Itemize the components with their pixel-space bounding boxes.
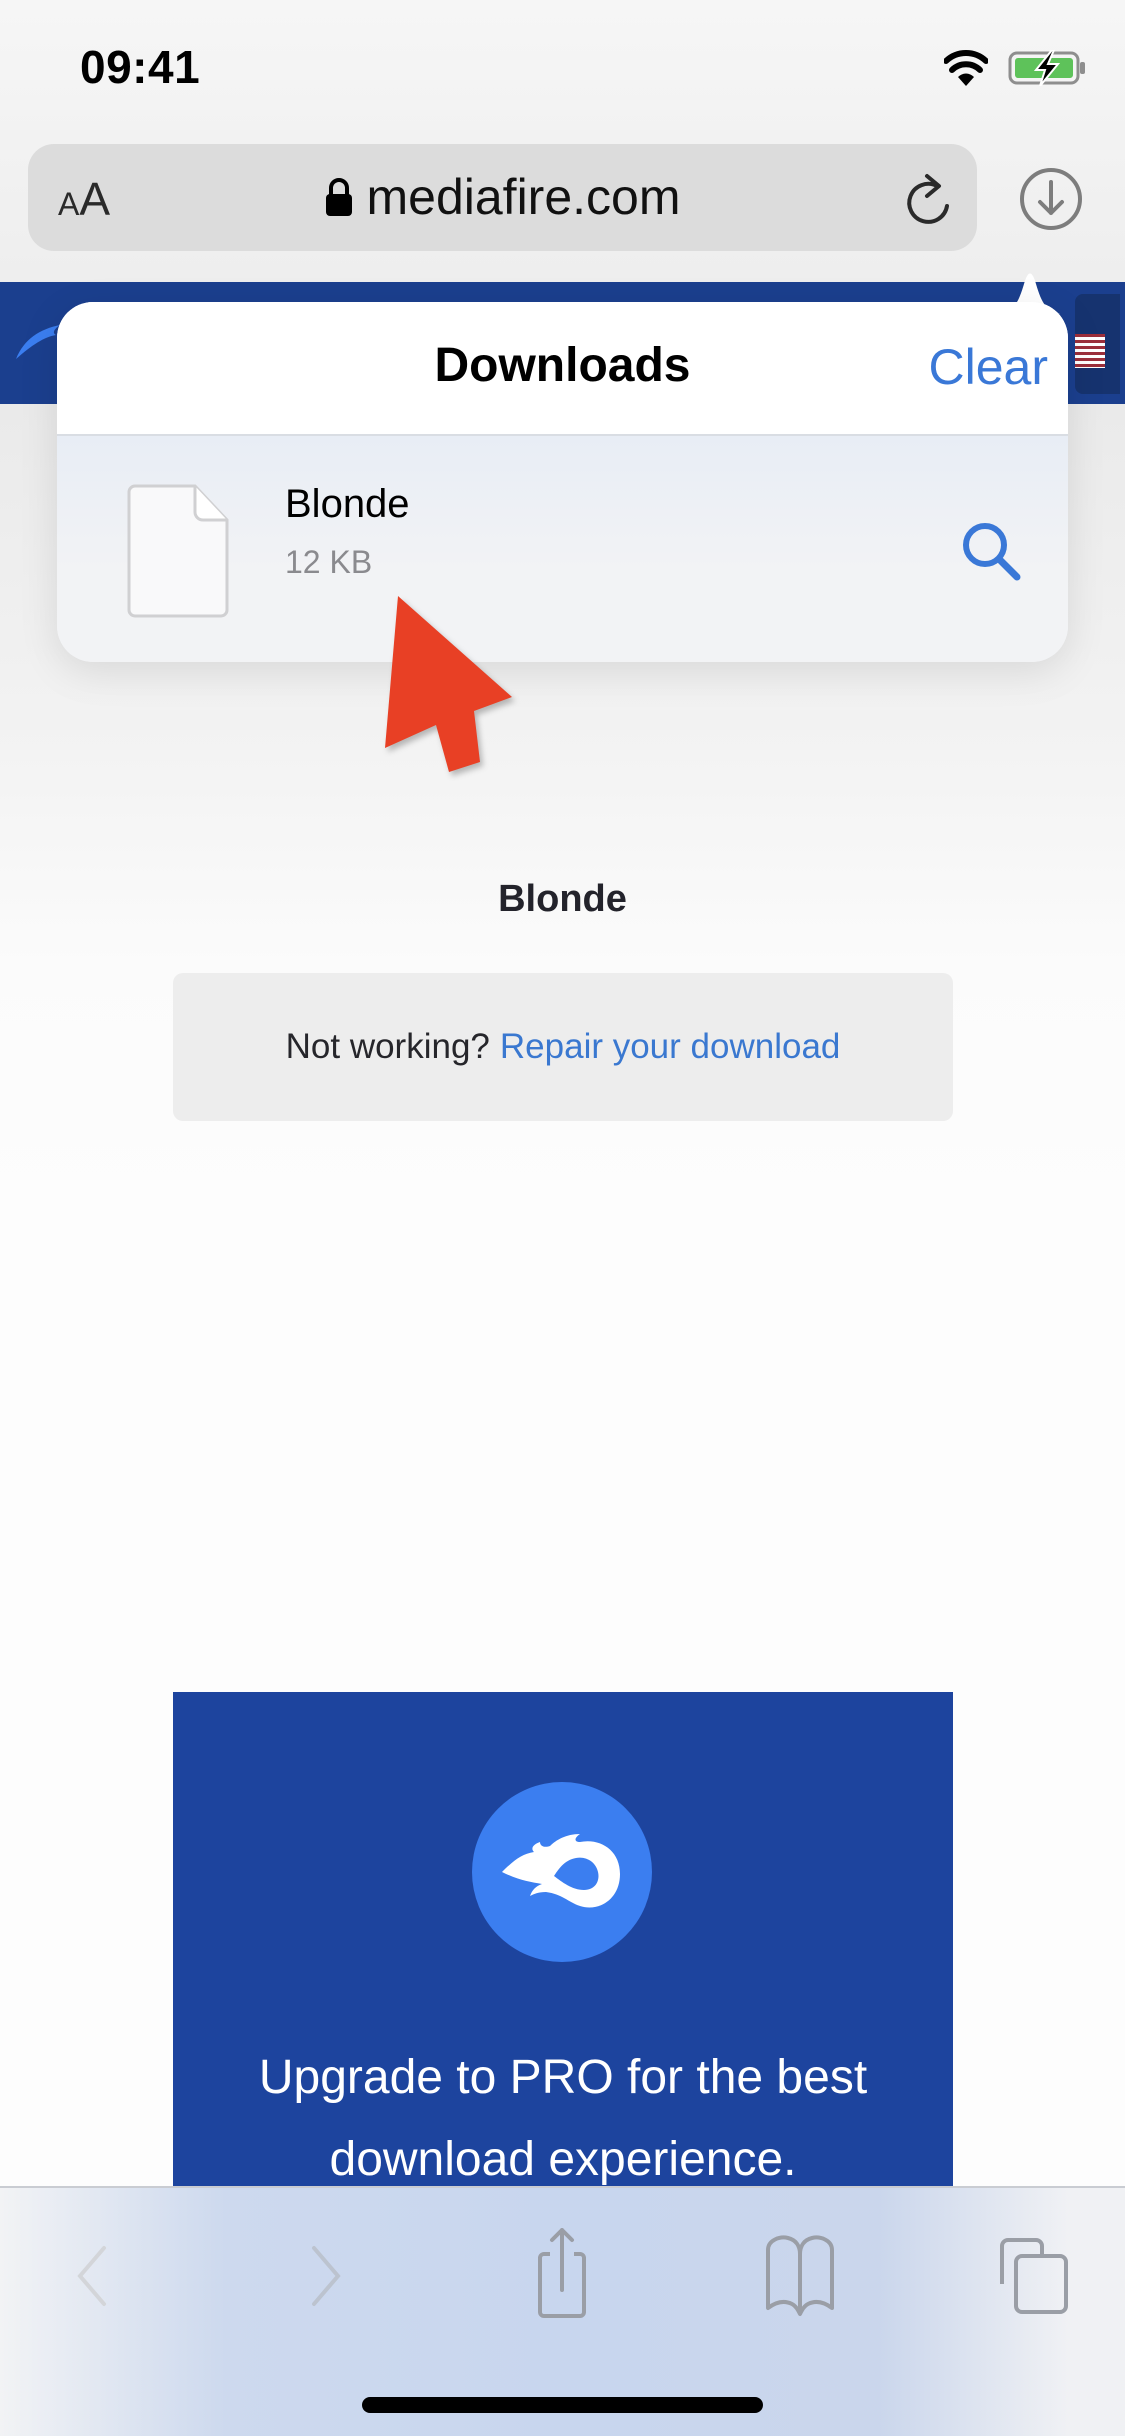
- repair-prompt: Not working?: [285, 1027, 490, 1066]
- mediafire-flame-icon: [502, 1834, 620, 1908]
- reload-icon[interactable]: [901, 172, 955, 228]
- url-text: mediafire.com: [366, 169, 681, 225]
- chevron-right-icon[interactable]: [286, 2228, 366, 2318]
- magnifier-icon[interactable]: [957, 518, 1027, 588]
- wifi-icon: [944, 50, 988, 86]
- file-title: Blonde: [498, 878, 627, 920]
- us-flag-icon: [1075, 334, 1105, 368]
- pro-banner-text: Upgrade to PRO for the best download exp…: [173, 2037, 953, 2201]
- tabs-icon[interactable]: [994, 2228, 1074, 2318]
- download-item-size: 12 KB: [285, 544, 373, 580]
- browser-top-chrome: 09:41 AA mediafire.com: [0, 0, 1125, 282]
- language-selector[interactable]: [1075, 294, 1120, 394]
- address-bar[interactable]: AA mediafire.com: [28, 144, 977, 251]
- book-icon[interactable]: [760, 2228, 840, 2318]
- share-icon[interactable]: [522, 2228, 602, 2318]
- pro-banner-line-1: Upgrade to PRO for the best: [258, 2051, 868, 2104]
- battery-charging-icon: [1008, 50, 1085, 86]
- download-item-name: Blonde: [285, 482, 410, 526]
- downloads-arrow-circle-icon[interactable]: [1018, 166, 1084, 232]
- pro-logo-badge: [472, 1782, 652, 1962]
- downloads-title: Downloads: [434, 339, 691, 392]
- repair-download-link[interactable]: Repair your download: [500, 1027, 840, 1067]
- lock-icon: [325, 178, 352, 216]
- url-display[interactable]: mediafire.com: [28, 166, 977, 228]
- clear-downloads-button[interactable]: Clear: [929, 338, 1048, 396]
- home-indicator[interactable]: [362, 2397, 763, 2413]
- document-icon: [127, 484, 229, 618]
- download-item[interactable]: Blonde 12 KB: [57, 436, 1068, 662]
- repair-download-box: Not working? Repair your download: [173, 973, 953, 1121]
- downloads-popover: Downloads Clear Blonde 12 KB: [57, 302, 1068, 662]
- status-time: 09:41: [80, 41, 201, 93]
- chevron-left-icon[interactable]: [52, 2228, 132, 2318]
- annotation-pointer-arrow-icon: [385, 596, 512, 772]
- downloads-popover-header: Downloads Clear: [57, 302, 1068, 436]
